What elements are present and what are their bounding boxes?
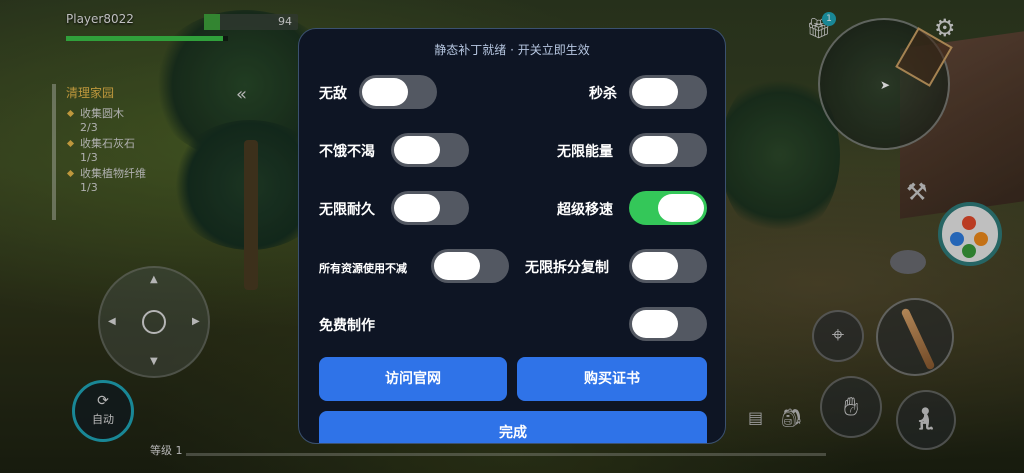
cheat-panel: 静态补丁就绪 · 开关立即生效 无敌 秒杀 不饿不渴 无限能量 无限耐久 超级移… xyxy=(298,28,726,444)
toggle-label-free-craft: 免费制作 xyxy=(319,318,375,334)
toggle-label-no-resource-consume: 所有资源使用不减 xyxy=(319,262,407,275)
toggle-one-hit-kill[interactable] xyxy=(629,75,707,109)
toggle-knob xyxy=(394,136,440,164)
panel-title: 静态补丁就绪 · 开关立即生效 xyxy=(434,43,590,57)
toggle-infinite-durability[interactable] xyxy=(391,191,469,225)
toggle-label-infinite-energy: 无限能量 xyxy=(557,144,613,160)
toggle-invincible[interactable] xyxy=(359,75,437,109)
toggle-knob xyxy=(658,194,704,222)
toggle-label-no-hunger: 不饿不渴 xyxy=(319,144,375,160)
toggle-label-infinite-split-copy: 无限拆分复制 xyxy=(525,260,609,276)
toggle-knob xyxy=(632,78,678,106)
toggle-knob xyxy=(632,310,678,338)
done-button[interactable]: 完成 xyxy=(319,411,707,443)
toggle-infinite-split-copy[interactable] xyxy=(629,249,707,283)
toggle-knob xyxy=(362,78,408,106)
toggle-label-infinite-durability: 无限耐久 xyxy=(319,202,375,218)
toggle-infinite-energy[interactable] xyxy=(629,133,707,167)
toggle-label-invincible: 无敌 xyxy=(319,86,347,102)
toggle-knob xyxy=(434,252,480,280)
toggle-no-hunger[interactable] xyxy=(391,133,469,167)
toggle-no-resource-consume[interactable] xyxy=(431,249,509,283)
visit-website-button[interactable]: 访问官网 xyxy=(319,357,507,401)
toggle-knob xyxy=(632,136,678,164)
toggle-knob xyxy=(394,194,440,222)
toggle-label-super-speed: 超级移速 xyxy=(557,202,613,218)
toggle-free-craft[interactable] xyxy=(629,307,707,341)
toggle-knob xyxy=(632,252,678,280)
toggle-label-one-hit-kill: 秒杀 xyxy=(589,86,617,102)
buy-license-button[interactable]: 购买证书 xyxy=(517,357,707,401)
toggle-super-speed[interactable] xyxy=(629,191,707,225)
